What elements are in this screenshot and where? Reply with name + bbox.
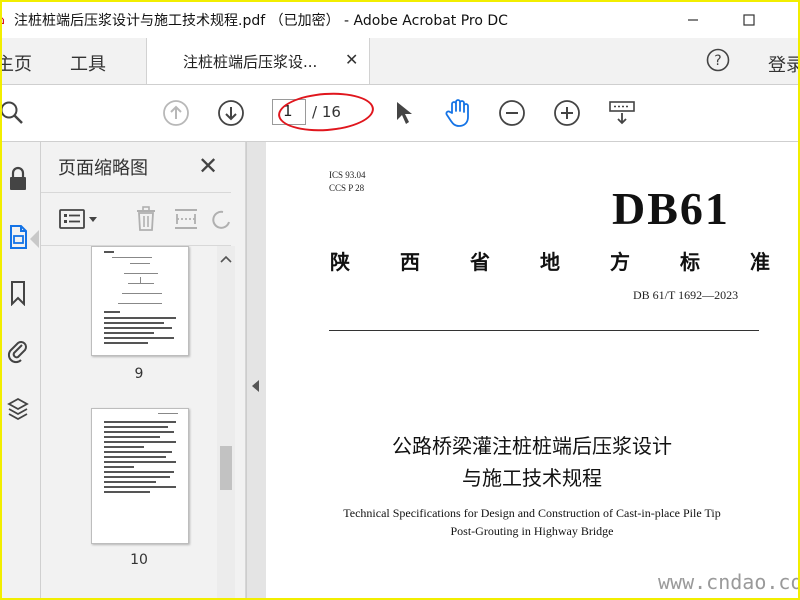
minimize-button[interactable]	[678, 6, 708, 34]
page-thumbnails-icon[interactable]	[4, 222, 32, 252]
insert-page-icon[interactable]	[171, 205, 201, 233]
tab-bar: 主页 工具 注桩桩端后压浆设... ✕ ? 登录	[2, 38, 798, 85]
navigation-pane	[2, 142, 41, 598]
scroll-up-icon[interactable]	[219, 252, 233, 266]
zoom-in-icon[interactable]	[551, 97, 583, 129]
title-bar: ⌂ 注桩桩端后压浆设计与施工技术规程.pdf （已加密） - Adobe Acr…	[2, 2, 798, 38]
standard-char: 陕	[330, 250, 350, 274]
minimize-icon	[688, 19, 698, 21]
close-panel-icon[interactable]: ✕	[198, 152, 218, 180]
thumbnail-page-9[interactable]	[91, 246, 189, 356]
standard-char: 准	[750, 250, 770, 274]
login-button[interactable]: 登录	[768, 51, 798, 77]
bookmarks-icon[interactable]	[4, 278, 32, 308]
svg-text:?: ?	[714, 53, 721, 69]
ics-code: ICS 93.04	[329, 170, 366, 180]
standard-char: 方	[610, 250, 630, 274]
app-window: ⌂ 注桩桩端后压浆设计与施工技术规程.pdf （已加密） - Adobe Acr…	[0, 0, 800, 600]
divider	[329, 330, 759, 331]
panel-toolbar	[41, 192, 231, 246]
thumbnail-page-number: 9	[134, 366, 144, 382]
help-icon[interactable]: ?	[706, 48, 730, 72]
layers-icon[interactable]	[4, 394, 32, 424]
standard-char: 省	[470, 250, 490, 274]
zoom-out-icon[interactable]	[496, 97, 528, 129]
lock-icon[interactable]	[4, 164, 32, 194]
highlight-annotation	[276, 89, 376, 135]
maximize-icon	[743, 14, 755, 26]
tab-tools[interactable]: 工具	[70, 50, 106, 76]
watermark: www.cndao.com	[658, 570, 798, 594]
options-menu-icon[interactable]	[55, 205, 103, 233]
document-tab-label: 注桩桩端后压浆设...	[183, 53, 318, 71]
attachments-icon[interactable]	[4, 336, 32, 366]
english-title-line-2: Post-Grouting in Highway Bridge	[450, 524, 614, 538]
thumbnail-page-10[interactable]	[91, 408, 189, 544]
standard-code: DB 61/T 1692—2023	[633, 288, 739, 302]
ccs-code: CCS P 28	[329, 183, 365, 193]
next-page-icon[interactable]	[215, 97, 247, 129]
maximize-button[interactable]	[734, 6, 764, 34]
select-cursor-icon[interactable]	[388, 97, 420, 129]
db-label: DB61	[612, 183, 730, 234]
standard-char: 地	[540, 250, 560, 274]
active-panel-indicator	[30, 230, 39, 248]
thumbnail-page-number: 10	[130, 552, 148, 568]
document-title-line-2: 与施工技术规程	[462, 466, 602, 490]
thumbnail-scrollbar[interactable]	[217, 246, 235, 598]
search-icon[interactable]	[2, 97, 28, 129]
rotate-page-icon[interactable]	[209, 205, 231, 233]
standard-char: 标	[680, 250, 700, 274]
acrobat-icon: ⌂	[2, 12, 12, 28]
hand-tool-icon[interactable]	[442, 97, 474, 129]
panel-title: 页面缩略图	[58, 158, 148, 179]
page-thumbnails-panel: 页面缩略图 ✕ 9 10	[41, 142, 245, 598]
document-view[interactable]: ICS 93.04 CCS P 28 DB61 陕 西 省 地 方 标 准 DB…	[266, 142, 798, 598]
thumbnail-list: 9 10	[41, 246, 217, 598]
standard-heading: 陕 西 省 地 方 标 准	[330, 246, 770, 274]
scroll-thumb[interactable]	[220, 446, 232, 490]
tab-home[interactable]: 主页	[2, 50, 32, 76]
document-title-line-1: 公路桥梁灌注桩桩端后压浆设计	[392, 434, 672, 458]
tab-document[interactable]: 注桩桩端后压浆设... ✕	[146, 38, 370, 84]
window-title: 注桩桩端后压浆设计与施工技术规程.pdf （已加密） - Adobe Acrob…	[14, 13, 508, 29]
english-title-line-1: Technical Specifications for Design and …	[343, 506, 721, 520]
main-toolbar: 1 / 16	[2, 85, 798, 142]
panel-collapse-handle[interactable]	[246, 142, 267, 598]
close-tab-icon[interactable]: ✕	[345, 50, 358, 69]
standard-char: 西	[400, 250, 420, 274]
zoom-menu-icon[interactable]	[606, 97, 638, 129]
delete-page-icon[interactable]	[131, 205, 161, 233]
previous-page-icon[interactable]	[160, 97, 192, 129]
collapse-arrow-icon	[252, 380, 259, 392]
